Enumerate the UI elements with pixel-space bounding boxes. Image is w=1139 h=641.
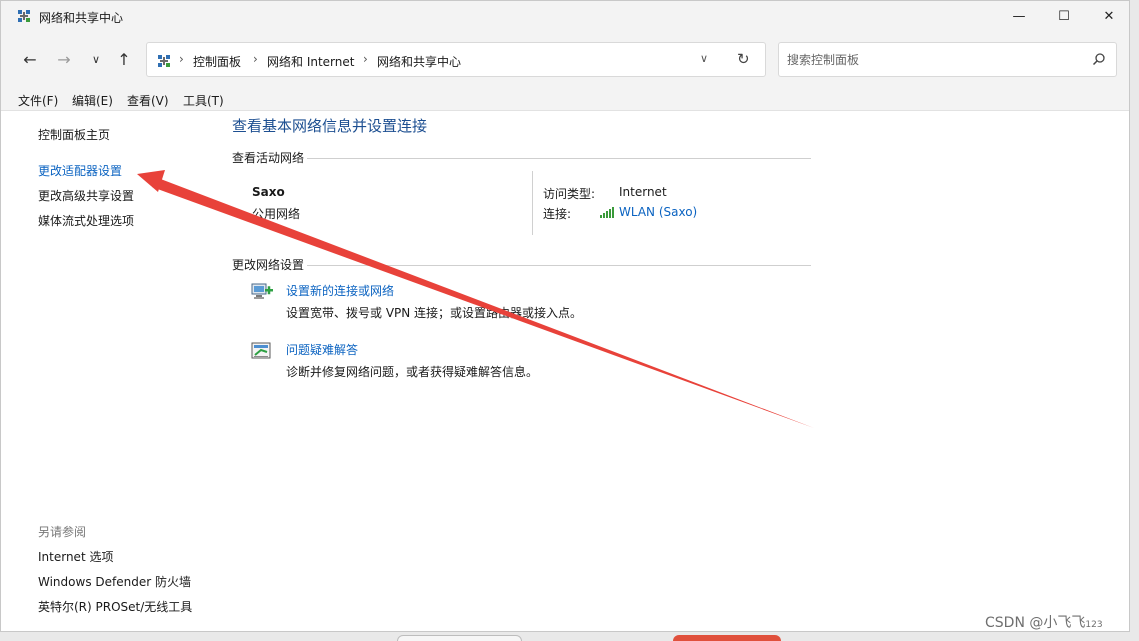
maximize-button[interactable]: ☐ (1041, 1, 1087, 31)
internet-options-link[interactable]: Internet 选项 (38, 548, 113, 565)
breadcrumb-separator[interactable]: › (253, 52, 258, 66)
address-bar[interactable]: › 控制面板 › 网络和 Internet › 网络和共享中心 ∨ ↻ (146, 42, 766, 77)
section-divider (307, 265, 811, 266)
breadcrumb-network-internet[interactable]: 网络和 Internet (267, 53, 354, 70)
window-title: 网络和共享中心 (39, 11, 124, 25)
control-panel-icon (158, 55, 170, 67)
see-also-heading: 另请参阅 (38, 525, 87, 539)
network-sharing-center-window: 网络和共享中心 — ☐ ✕ ← → ∨ ↑ › 控制面板 › 网络和 Inter… (0, 0, 1130, 632)
breadcrumb-control-panel[interactable]: 控制面板 (193, 53, 241, 70)
background-window-button (673, 635, 781, 641)
chevron-down-icon[interactable]: ∨ (700, 52, 708, 65)
change-settings-heading: 更改网络设置 (232, 258, 305, 272)
watermark-suffix: 123 (1085, 620, 1103, 630)
search-box[interactable] (778, 42, 1117, 77)
menu-tools[interactable]: 工具(T) (183, 92, 224, 109)
troubleshoot-icon (251, 342, 271, 359)
access-type-value: Internet (619, 185, 667, 199)
title-bar: 网络和共享中心 — ☐ ✕ (1, 1, 1129, 31)
active-networks-heading: 查看活动网络 (232, 151, 305, 165)
section-divider (307, 158, 811, 159)
recent-locations-button[interactable]: ∨ (83, 48, 109, 70)
minimize-button[interactable]: — (996, 1, 1042, 31)
control-panel-home-link[interactable]: 控制面板主页 (38, 126, 110, 143)
troubleshoot-problems-link[interactable]: 问题疑难解答 (286, 341, 358, 358)
windows-defender-firewall-link[interactable]: Windows Defender 防火墙 (38, 573, 191, 590)
page-title: 查看基本网络信息并设置连接 (232, 117, 428, 135)
background-window-button (397, 635, 522, 641)
breadcrumb-separator[interactable]: › (363, 52, 368, 66)
forward-button[interactable]: → (51, 48, 77, 70)
menu-edit[interactable]: 编辑(E) (72, 92, 113, 109)
network-app-icon (18, 10, 30, 22)
setup-new-connection-description: 设置宽带、拨号或 VPN 连接；或设置路由器或接入点。 (286, 306, 583, 320)
vertical-divider (532, 171, 533, 235)
connections-label: 连接: (543, 207, 572, 221)
troubleshoot-problems-description: 诊断并修复网络问题，或者获得疑难解答信息。 (286, 365, 539, 379)
intel-proset-wireless-link[interactable]: 英特尔(R) PROSet/无线工具 (38, 598, 192, 615)
main-content: 查看基本网络信息并设置连接 查看活动网络 Saxo 公用网络 访问类型: Int… (216, 111, 1129, 631)
wifi-signal-icon (600, 207, 614, 218)
setup-new-connection-link[interactable]: 设置新的连接或网络 (286, 282, 394, 299)
up-button[interactable]: ↑ (111, 48, 137, 70)
csdn-watermark: CSDN @小飞飞123 (985, 612, 1103, 632)
menu-file[interactable]: 文件(F) (18, 92, 58, 109)
media-streaming-options-link[interactable]: 媒体流式处理选项 (38, 212, 134, 229)
left-task-pane: 控制面板主页 更改适配器设置 更改高级共享设置 媒体流式处理选项 另请参阅 In… (1, 111, 216, 631)
close-button[interactable]: ✕ (1086, 1, 1129, 31)
wlan-connection-link[interactable]: WLAN (Saxo) (619, 205, 697, 219)
watermark-text: CSDN @小飞飞 (985, 615, 1086, 631)
navigation-bar: ← → ∨ ↑ › 控制面板 › 网络和 Internet › 网络和共享中心 … (1, 31, 1129, 87)
network-name: Saxo (252, 185, 285, 199)
refresh-icon[interactable]: ↻ (737, 50, 750, 68)
network-category: 公用网络 (252, 207, 301, 221)
search-icon[interactable] (1092, 52, 1106, 66)
new-connection-icon (251, 283, 273, 299)
change-advanced-sharing-link[interactable]: 更改高级共享设置 (38, 187, 134, 204)
back-button[interactable]: ← (17, 48, 43, 70)
background-strip (0, 632, 1139, 641)
menu-bar: 文件(F) 编辑(E) 查看(V) 工具(T) (1, 87, 1129, 111)
breadcrumb-network-sharing-center[interactable]: 网络和共享中心 (377, 53, 461, 70)
menu-view[interactable]: 查看(V) (127, 92, 169, 109)
breadcrumb-separator: › (179, 52, 184, 66)
change-adapter-settings-link[interactable]: 更改适配器设置 (38, 162, 122, 179)
search-input[interactable] (787, 51, 1077, 69)
access-type-label: 访问类型: (543, 187, 596, 201)
